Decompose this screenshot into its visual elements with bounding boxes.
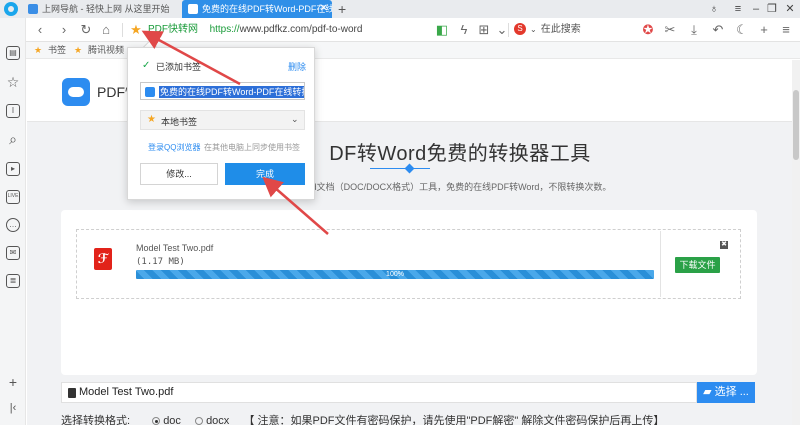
bookmark-name-value: 免费的在线PDF转Word-PDF在线转换 — [159, 86, 304, 98]
menu-icon[interactable]: ≡ — [778, 22, 794, 38]
collapse-icon[interactable]: |‹ — [6, 402, 20, 414]
progress-bar: 100% — [136, 270, 654, 279]
folder-star-icon: ★ — [147, 114, 156, 125]
live-icon[interactable]: LIVE — [6, 190, 20, 204]
tab-favicon-icon — [188, 4, 198, 14]
home-icon[interactable]: ⌂ — [98, 22, 114, 38]
site-name: PDF快转网 — [148, 24, 198, 35]
chat-icon[interactable]: … — [6, 218, 20, 232]
password-note: 【 注意：如果PDF文件有密码保护，请先使用"PDF解密" 解除文件密码保护后再… — [243, 415, 665, 425]
tab-active[interactable]: 免费的在线PDF转Word-PDF在线转 ✕ — [182, 0, 332, 18]
bookmark-item-tencent-video[interactable]: 腾讯视频 — [88, 42, 124, 59]
address-field[interactable]: PDF快转网 https://www.pdfkz.com/pdf-to-word — [148, 22, 362, 38]
pdf-file-icon: ℱ — [94, 248, 112, 270]
add-icon[interactable]: + — [756, 22, 772, 38]
minimize-icon[interactable]: – — [748, 0, 764, 18]
search-box[interactable]: S ⌄ 在此搜索 — [514, 22, 581, 38]
bookmark-star-icon[interactable]: ★ — [128, 22, 144, 38]
done-button[interactable]: 完成 — [225, 163, 305, 185]
chevron-down-icon: ⌄ — [530, 25, 537, 34]
tab-label: 免费的在线PDF转Word-PDF在线转 — [202, 4, 332, 14]
notes-icon[interactable]: ≣ — [6, 274, 20, 288]
add-icon[interactable]: + — [6, 374, 20, 390]
chevron-down-icon: ⌄ — [291, 114, 299, 124]
format-label: 选择转换格式: — [61, 415, 131, 425]
new-tab-icon[interactable]: + — [338, 0, 346, 18]
radio-doc[interactable] — [152, 417, 161, 425]
menu-icon[interactable]: ≡ — [730, 0, 746, 18]
search-placeholder: 在此搜索 — [540, 24, 581, 35]
file-size: (1.17 MB) — [136, 257, 185, 267]
site-favicon-icon — [145, 87, 155, 97]
refresh-icon[interactable]: ↻ — [78, 22, 94, 38]
divider — [660, 231, 661, 297]
folder-open-icon: ▰ — [703, 386, 712, 398]
remove-file-icon[interactable]: ✖ — [720, 241, 728, 249]
browser-logo-icon — [4, 2, 18, 16]
scrollbar[interactable] — [792, 60, 800, 425]
flash-icon[interactable]: ϟ — [456, 22, 472, 38]
mail-icon[interactable]: ✉ — [6, 246, 20, 260]
radio-docx[interactable] — [195, 417, 204, 425]
format-selector: 选择转换格式: doc docx 【 注意：如果PDF文件有密码保护，请先使用"… — [61, 412, 664, 425]
feed-icon[interactable]: ▤ — [6, 46, 20, 60]
option-docx-label[interactable]: docx — [206, 415, 229, 425]
sync-description: 在其他电脑上同步使用书签 — [204, 143, 300, 152]
divider — [508, 23, 509, 37]
tab-label: 上网导航 - 轻快上网 从这里开始 — [42, 4, 170, 14]
reader-mode-icon[interactable]: ◧ — [434, 22, 450, 38]
tab-close-icon[interactable]: ✕ — [320, 0, 328, 18]
address-toolbar: ‹ › ↻ ⌂ ★ PDF快转网 https://www.pdfkz.com/p… — [0, 18, 800, 42]
side-panel: ▤ ☆ I ⌕ ▸ LIVE … ✉ ≣ + |‹ — [0, 18, 26, 425]
file-path-field[interactable]: Model Test Two.pdf — [61, 382, 697, 403]
divider — [122, 23, 123, 37]
bookmark-added-label: 已添加书签 — [156, 62, 202, 72]
bookmark-name-input[interactable]: 免费的在线PDF转Word-PDF在线转换 — [140, 82, 305, 100]
bookmark-item-bookmarks[interactable]: 书签 — [48, 42, 66, 59]
scrollbar-thumb[interactable] — [793, 90, 799, 160]
video-icon[interactable]: ▸ — [6, 162, 20, 176]
folder-label: 本地书签 — [161, 117, 198, 127]
tab-home[interactable]: 上网导航 - 轻快上网 从这里开始 — [22, 0, 182, 18]
file-icon — [68, 388, 76, 398]
tab-strip: 上网导航 - 轻快上网 从这里开始 免费的在线PDF转Word-PDF在线转 ✕… — [0, 0, 800, 18]
bookmark-folder-select[interactable]: ★ 本地书签 ⌄ — [140, 110, 305, 130]
translate-icon[interactable]: ⊞ — [476, 22, 492, 38]
title-underline — [370, 168, 430, 169]
close-window-icon[interactable]: ✕ — [782, 0, 798, 18]
folder-icon: ★ — [74, 45, 83, 55]
forward-icon[interactable]: › — [56, 22, 72, 38]
delete-bookmark-link[interactable]: 删除 — [288, 60, 306, 73]
bookmark-popup: ✓ 已添加书签 删除 免费的在线PDF转Word-PDF在线转换 ★ 本地书签 … — [127, 47, 315, 200]
bookmark-star-icon: ★ — [34, 45, 43, 55]
choose-file-button[interactable]: ▰ 选择 ... — [697, 382, 755, 403]
qq-login-link[interactable]: 登录QQ浏览器 — [148, 142, 200, 153]
url-path: /pdf-to-word — [309, 24, 363, 35]
file-path-value: Model Test Two.pdf — [79, 386, 174, 398]
download-file-button[interactable]: 下载文件 — [675, 257, 720, 273]
progress-label: 100% — [386, 271, 404, 278]
game-icon[interactable]: ✪ — [640, 22, 656, 38]
skin-icon[interactable]: ♁ — [706, 0, 722, 18]
option-doc-label[interactable]: doc — [163, 415, 181, 425]
download-icon[interactable]: ⤓ — [686, 22, 702, 38]
favorites-icon[interactable]: ☆ — [6, 74, 20, 91]
night-mode-icon[interactable]: ☾ — [734, 22, 750, 38]
undo-icon[interactable]: ↶ — [710, 22, 726, 38]
search-icon[interactable]: ⌕ — [6, 131, 20, 148]
choose-file-label: 选择 ... — [714, 386, 749, 398]
maximize-icon[interactable]: ❐ — [764, 0, 780, 18]
reader-icon[interactable]: I — [6, 104, 20, 118]
url-scheme: https:// — [209, 24, 240, 35]
search-engine-icon[interactable]: S — [514, 23, 526, 36]
url-host: www.pdfkz.com — [239, 24, 310, 35]
back-icon[interactable]: ‹ — [32, 22, 48, 38]
edit-bookmark-button[interactable]: 修改... — [140, 163, 218, 185]
tab-favicon-icon — [28, 4, 38, 14]
scissors-icon[interactable]: ✂ — [662, 22, 678, 38]
check-icon: ✓ — [142, 60, 151, 71]
file-name: Model Test Two.pdf — [136, 243, 214, 253]
cloud-logo-icon[interactable] — [62, 78, 90, 106]
